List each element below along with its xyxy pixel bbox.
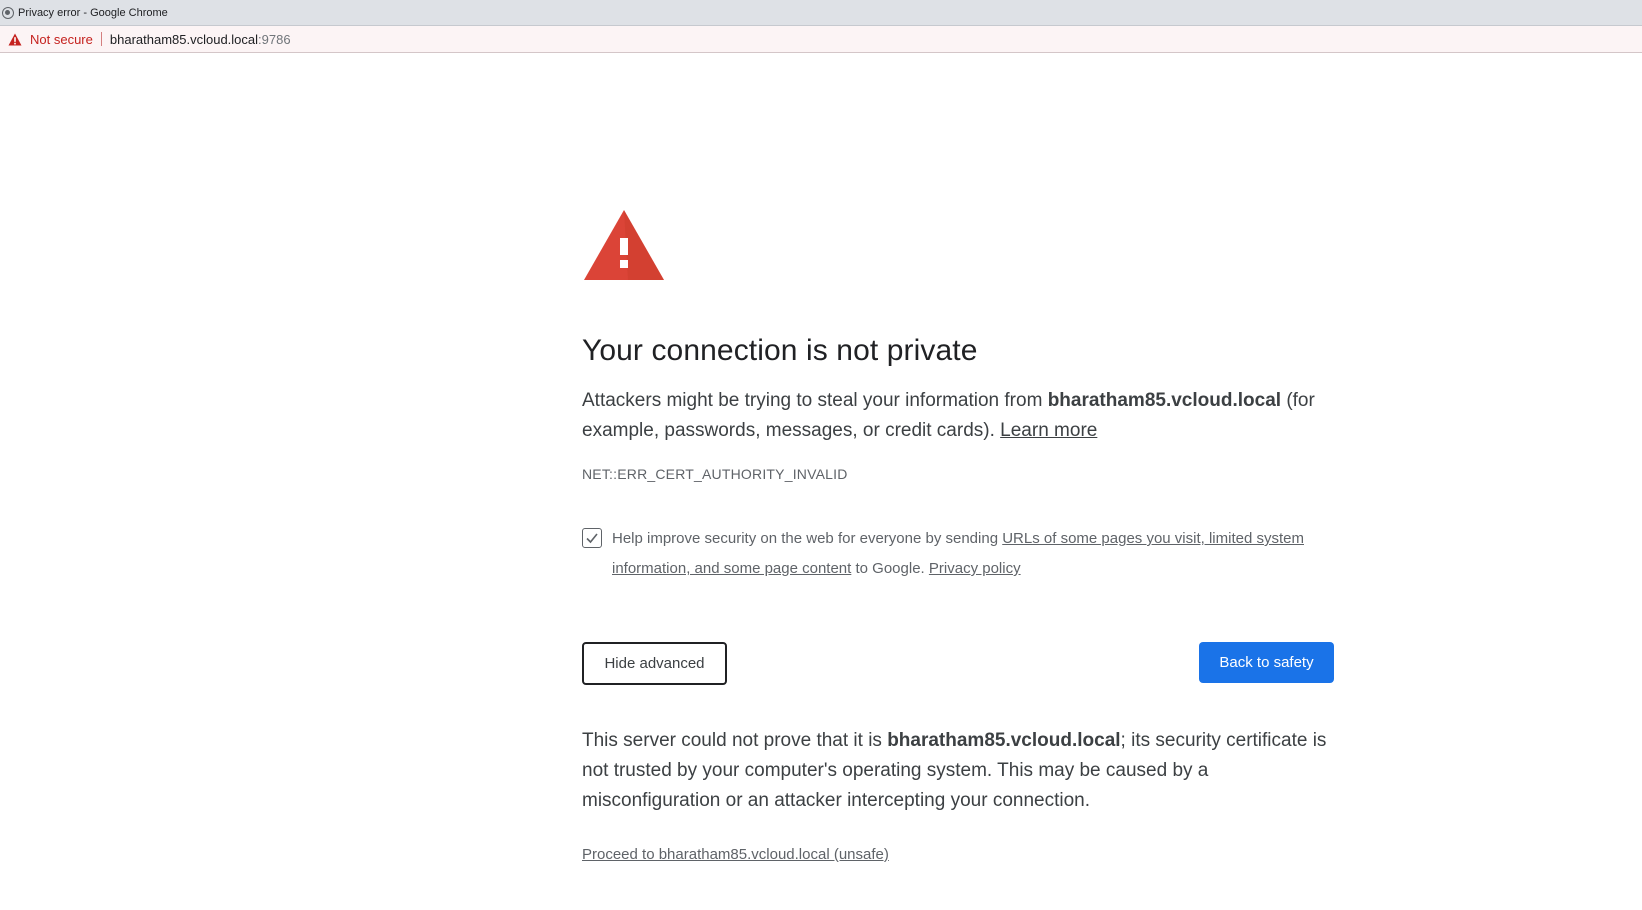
optin-text-after: to Google. <box>851 560 929 577</box>
intro-paragraph: Attackers might be trying to steal your … <box>582 386 1334 446</box>
back-to-safety-button[interactable]: Back to safety <box>1199 642 1334 683</box>
url-text[interactable]: bharatham85.vcloud.local:9786 <box>110 32 291 47</box>
url-host: bharatham85.vcloud.local <box>109 31 259 47</box>
error-code: NET::ERR_CERT_AUTHORITY_INVALID <box>582 466 848 482</box>
window-title: Privacy error - Google Chrome <box>18 6 168 19</box>
checkmark-icon <box>586 533 598 544</box>
not-secure-label[interactable]: Not secure <box>30 32 93 47</box>
hide-advanced-button[interactable]: Hide advanced <box>582 642 727 685</box>
warning-triangle-icon[interactable] <box>8 33 22 46</box>
security-optin-checkbox[interactable] <box>582 528 602 548</box>
optin-text-before: Help improve security on the web for eve… <box>612 530 1003 547</box>
security-optin-row: Help improve security on the web for eve… <box>582 524 1334 584</box>
detail-host: bharatham85.vcloud.local <box>887 730 1121 751</box>
advanced-details-paragraph: This server could not prove that it is b… <box>582 726 1334 816</box>
privacy-policy-link[interactable]: Privacy policy <box>929 560 1021 577</box>
intro-host: bharatham85.vcloud.local <box>1047 390 1282 411</box>
proceed-unsafe-link[interactable]: Proceed to bharatham85.vcloud.local (uns… <box>582 846 889 863</box>
address-bar[interactable]: Not secure bharatham85.vcloud.local:9786 <box>0 26 1642 53</box>
learn-more-link[interactable]: Learn more <box>1000 420 1097 441</box>
warning-triangle-icon <box>584 210 664 280</box>
interstitial-content: Your connection is not private Attackers… <box>582 208 1334 864</box>
intro-text-before: Attackers might be trying to steal your … <box>582 390 1048 411</box>
detail-text-before: This server could not prove that it is <box>582 730 888 751</box>
url-port: :9786 <box>258 31 291 47</box>
window-titlebar: Privacy error - Google Chrome <box>0 0 1642 26</box>
chrome-icon <box>2 6 14 19</box>
button-row: Hide advanced Back to safety <box>582 642 1334 686</box>
page-title: Your connection is not private <box>582 334 978 367</box>
address-separator <box>100 32 102 46</box>
security-optin-text: Help improve security on the web for eve… <box>612 524 1334 584</box>
